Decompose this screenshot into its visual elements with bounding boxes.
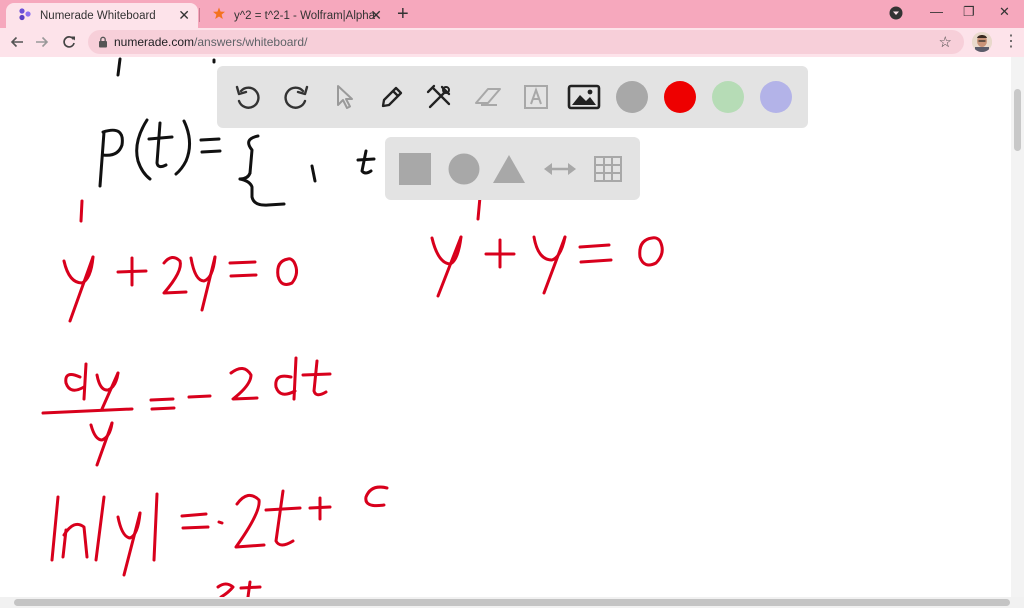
undo-icon[interactable] bbox=[230, 79, 266, 115]
tab-numerade-whiteboard[interactable]: Numerade Whiteboard ✕ bbox=[6, 3, 198, 28]
gray-color-swatch[interactable] bbox=[616, 81, 648, 113]
double-arrow-icon[interactable] bbox=[542, 151, 578, 187]
close-tab-icon[interactable]: ✕ bbox=[370, 8, 382, 22]
url-path: /answers/whiteboard/ bbox=[194, 35, 308, 49]
browser-menu-icon[interactable]: ⋮ bbox=[1003, 33, 1019, 51]
close-tab-icon[interactable]: ✕ bbox=[178, 8, 190, 22]
numerade-logo-icon bbox=[18, 7, 32, 24]
vertical-scrollbar[interactable] bbox=[1011, 57, 1024, 597]
new-tab-button[interactable]: + bbox=[397, 3, 409, 25]
pen-icon[interactable] bbox=[374, 79, 410, 115]
url-host: numerade.com bbox=[114, 35, 195, 49]
reload-icon[interactable] bbox=[60, 33, 78, 51]
green-color-swatch[interactable] bbox=[712, 81, 744, 113]
triangle-shape-icon[interactable] bbox=[491, 151, 527, 187]
wolfram-logo-icon bbox=[212, 7, 226, 24]
lock-icon bbox=[98, 35, 108, 53]
square-shape-icon[interactable] bbox=[397, 151, 433, 187]
back-arrow-icon[interactable] bbox=[8, 33, 26, 51]
restore-window-icon[interactable]: ❐ bbox=[963, 4, 975, 20]
grid-icon[interactable] bbox=[590, 151, 626, 187]
browser-tab-strip: Numerade Whiteboard ✕ y^2 = t^2-1 - Wolf… bbox=[0, 0, 1024, 28]
tab-title: y^2 = t^2-1 - Wolfram|Alpha bbox=[234, 9, 376, 22]
purple-color-swatch[interactable] bbox=[760, 81, 792, 113]
shapes-toolbar bbox=[385, 137, 640, 200]
tab-wolfram-alpha[interactable]: y^2 = t^2-1 - Wolfram|Alpha ✕ bbox=[200, 3, 390, 28]
horizontal-scroll-thumb[interactable] bbox=[14, 599, 1010, 606]
tab-title: Numerade Whiteboard bbox=[40, 9, 156, 22]
circle-shape-icon[interactable] bbox=[446, 151, 482, 187]
minimize-window-icon[interactable]: — bbox=[930, 4, 943, 19]
browser-toolbar: numerade.com/answers/whiteboard/ ☆ ⋮ bbox=[0, 28, 1024, 57]
redo-icon[interactable] bbox=[278, 79, 314, 115]
image-icon[interactable] bbox=[566, 79, 602, 115]
profile-avatar[interactable] bbox=[972, 32, 992, 52]
eraser-icon[interactable] bbox=[470, 79, 506, 115]
forward-arrow-icon[interactable] bbox=[33, 33, 51, 51]
profile-dropdown-icon[interactable] bbox=[889, 6, 903, 23]
close-window-icon[interactable]: ✕ bbox=[999, 4, 1010, 20]
tools-icon[interactable] bbox=[422, 79, 458, 115]
bookmark-star-icon[interactable]: ☆ bbox=[939, 33, 952, 51]
select-pointer-icon[interactable] bbox=[326, 79, 362, 115]
text-icon[interactable] bbox=[518, 79, 554, 115]
horizontal-scrollbar[interactable] bbox=[0, 597, 1024, 608]
vertical-scroll-thumb[interactable] bbox=[1014, 89, 1021, 151]
address-bar[interactable]: numerade.com/answers/whiteboard/ ☆ bbox=[88, 30, 964, 54]
drawing-toolbar bbox=[217, 66, 808, 128]
red-color-swatch[interactable] bbox=[664, 81, 696, 113]
url-text: numerade.com/answers/whiteboard/ bbox=[114, 35, 307, 49]
